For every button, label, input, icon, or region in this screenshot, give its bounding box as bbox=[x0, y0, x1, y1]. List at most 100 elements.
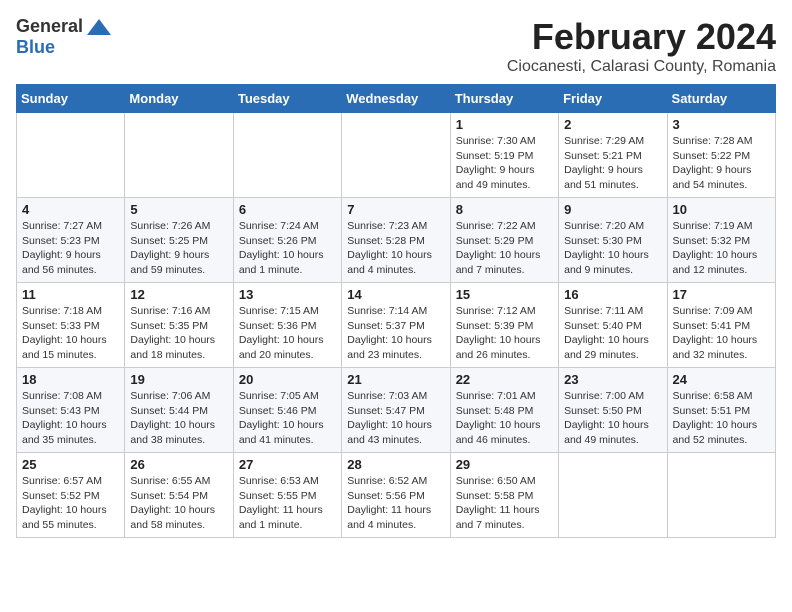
calendar-cell: 21Sunrise: 7:03 AM Sunset: 5:47 PM Dayli… bbox=[342, 368, 450, 453]
calendar-cell: 10 Sunrise: 7:19 AM Sunset: 5:32 PM Dayli… bbox=[667, 198, 775, 283]
day-number: 14 bbox=[347, 287, 444, 302]
calendar-cell: 19 Sunrise: 7:06 AM Sunset: 5:44 PM Dayli… bbox=[125, 368, 233, 453]
calendar-cell: 24Sunrise: 6:58 AM Sunset: 5:51 PM Dayli… bbox=[667, 368, 775, 453]
calendar-cell bbox=[342, 113, 450, 198]
logo-blue-text: Blue bbox=[16, 37, 55, 58]
calendar-cell: 18 Sunrise: 7:08 AM Sunset: 5:43 PM Dayli… bbox=[17, 368, 125, 453]
calendar-cell: 29 Sunrise: 6:50 AM Sunset: 5:58 PM Dayli… bbox=[450, 453, 558, 538]
column-header-monday: Monday bbox=[125, 85, 233, 113]
calendar-cell: 27 Sunrise: 6:53 AM Sunset: 5:55 PM Dayli… bbox=[233, 453, 341, 538]
day-info: Sunrise: 7:05 AM Sunset: 5:46 PM Dayligh… bbox=[239, 389, 336, 448]
calendar-cell: 12 Sunrise: 7:16 AM Sunset: 5:35 PM Dayli… bbox=[125, 283, 233, 368]
calendar-cell: 22Sunrise: 7:01 AM Sunset: 5:48 PM Dayli… bbox=[450, 368, 558, 453]
calendar-cell: 14 Sunrise: 7:14 AM Sunset: 5:37 PM Dayli… bbox=[342, 283, 450, 368]
calendar-cell: 11 Sunrise: 7:18 AM Sunset: 5:33 PM Dayli… bbox=[17, 283, 125, 368]
calendar-cell: 25 Sunrise: 6:57 AM Sunset: 5:52 PM Dayli… bbox=[17, 453, 125, 538]
day-info: Sunrise: 7:22 AM Sunset: 5:29 PM Dayligh… bbox=[456, 219, 553, 278]
calendar-cell: 7 Sunrise: 7:23 AM Sunset: 5:28 PM Daylig… bbox=[342, 198, 450, 283]
day-info: Sunrise: 7:06 AM Sunset: 5:44 PM Dayligh… bbox=[130, 389, 227, 448]
calendar-week-row: 4 Sunrise: 7:27 AM Sunset: 5:23 PM Daylig… bbox=[17, 198, 776, 283]
column-header-thursday: Thursday bbox=[450, 85, 558, 113]
calendar-week-row: 18 Sunrise: 7:08 AM Sunset: 5:43 PM Dayli… bbox=[17, 368, 776, 453]
day-number: 21 bbox=[347, 372, 444, 387]
title-area: February 2024 Ciocanesti, Calarasi Count… bbox=[507, 16, 776, 76]
day-info: Sunrise: 7:26 AM Sunset: 5:25 PM Dayligh… bbox=[130, 219, 227, 278]
day-number: 27 bbox=[239, 457, 336, 472]
logo: General Blue bbox=[16, 16, 113, 58]
day-number: 17 bbox=[673, 287, 770, 302]
calendar-cell: 13 Sunrise: 7:15 AM Sunset: 5:36 PM Dayli… bbox=[233, 283, 341, 368]
day-number: 13 bbox=[239, 287, 336, 302]
day-number: 1 bbox=[456, 117, 553, 132]
day-info: Sunrise: 7:08 AM Sunset: 5:43 PM Dayligh… bbox=[22, 389, 119, 448]
day-info: Sunrise: 7:30 AM Sunset: 5:19 PM Dayligh… bbox=[456, 134, 553, 193]
day-number: 6 bbox=[239, 202, 336, 217]
day-info: Sunrise: 7:09 AM Sunset: 5:41 PM Dayligh… bbox=[673, 304, 770, 363]
calendar-cell: 1 Sunrise: 7:30 AM Sunset: 5:19 PM Daylig… bbox=[450, 113, 558, 198]
day-info: Sunrise: 6:55 AM Sunset: 5:54 PM Dayligh… bbox=[130, 474, 227, 533]
day-info: Sunrise: 7:14 AM Sunset: 5:37 PM Dayligh… bbox=[347, 304, 444, 363]
day-info: Sunrise: 7:29 AM Sunset: 5:21 PM Dayligh… bbox=[564, 134, 661, 193]
day-number: 28 bbox=[347, 457, 444, 472]
day-number: 10 bbox=[673, 202, 770, 217]
day-number: 25 bbox=[22, 457, 119, 472]
day-info: Sunrise: 7:19 AM Sunset: 5:32 PM Dayligh… bbox=[673, 219, 770, 278]
calendar-subtitle: Ciocanesti, Calarasi County, Romania bbox=[507, 58, 776, 76]
calendar-cell: 2 Sunrise: 7:29 AM Sunset: 5:21 PM Daylig… bbox=[559, 113, 667, 198]
day-number: 18 bbox=[22, 372, 119, 387]
calendar-cell bbox=[667, 453, 775, 538]
header: General Blue February 2024 Ciocanesti, C… bbox=[16, 16, 776, 76]
day-number: 12 bbox=[130, 287, 227, 302]
day-info: Sunrise: 7:11 AM Sunset: 5:40 PM Dayligh… bbox=[564, 304, 661, 363]
day-number: 2 bbox=[564, 117, 661, 132]
day-info: Sunrise: 7:28 AM Sunset: 5:22 PM Dayligh… bbox=[673, 134, 770, 193]
calendar-cell: 20 Sunrise: 7:05 AM Sunset: 5:46 PM Dayli… bbox=[233, 368, 341, 453]
day-number: 20 bbox=[239, 372, 336, 387]
calendar-cell bbox=[559, 453, 667, 538]
day-info: Sunrise: 6:50 AM Sunset: 5:58 PM Dayligh… bbox=[456, 474, 553, 533]
day-info: Sunrise: 7:12 AM Sunset: 5:39 PM Dayligh… bbox=[456, 304, 553, 363]
day-info: Sunrise: 7:23 AM Sunset: 5:28 PM Dayligh… bbox=[347, 219, 444, 278]
day-info: Sunrise: 6:52 AM Sunset: 5:56 PM Dayligh… bbox=[347, 474, 444, 533]
logo-icon bbox=[85, 17, 113, 37]
day-info: Sunrise: 7:20 AM Sunset: 5:30 PM Dayligh… bbox=[564, 219, 661, 278]
calendar-week-row: 25 Sunrise: 6:57 AM Sunset: 5:52 PM Dayli… bbox=[17, 453, 776, 538]
day-number: 3 bbox=[673, 117, 770, 132]
day-number: 16 bbox=[564, 287, 661, 302]
day-info: Sunrise: 7:16 AM Sunset: 5:35 PM Dayligh… bbox=[130, 304, 227, 363]
calendar-cell: 16 Sunrise: 7:11 AM Sunset: 5:40 PM Dayli… bbox=[559, 283, 667, 368]
day-number: 22 bbox=[456, 372, 553, 387]
day-info: Sunrise: 6:57 AM Sunset: 5:52 PM Dayligh… bbox=[22, 474, 119, 533]
calendar-cell: 8Sunrise: 7:22 AM Sunset: 5:29 PM Daylig… bbox=[450, 198, 558, 283]
calendar-cell: 4 Sunrise: 7:27 AM Sunset: 5:23 PM Daylig… bbox=[17, 198, 125, 283]
column-header-sunday: Sunday bbox=[17, 85, 125, 113]
calendar-table: SundayMondayTuesdayWednesdayThursdayFrid… bbox=[16, 84, 776, 538]
day-number: 11 bbox=[22, 287, 119, 302]
day-number: 29 bbox=[456, 457, 553, 472]
day-number: 4 bbox=[22, 202, 119, 217]
column-header-tuesday: Tuesday bbox=[233, 85, 341, 113]
day-info: Sunrise: 7:15 AM Sunset: 5:36 PM Dayligh… bbox=[239, 304, 336, 363]
calendar-title: February 2024 bbox=[507, 16, 776, 58]
day-info: Sunrise: 7:24 AM Sunset: 5:26 PM Dayligh… bbox=[239, 219, 336, 278]
day-number: 26 bbox=[130, 457, 227, 472]
calendar-cell bbox=[233, 113, 341, 198]
calendar-week-row: 1 Sunrise: 7:30 AM Sunset: 5:19 PM Daylig… bbox=[17, 113, 776, 198]
calendar-week-row: 11 Sunrise: 7:18 AM Sunset: 5:33 PM Dayli… bbox=[17, 283, 776, 368]
calendar-cell: 17 Sunrise: 7:09 AM Sunset: 5:41 PM Dayli… bbox=[667, 283, 775, 368]
day-info: Sunrise: 7:18 AM Sunset: 5:33 PM Dayligh… bbox=[22, 304, 119, 363]
calendar-cell: 6 Sunrise: 7:24 AM Sunset: 5:26 PM Daylig… bbox=[233, 198, 341, 283]
calendar-cell: 5Sunrise: 7:26 AM Sunset: 5:25 PM Daylig… bbox=[125, 198, 233, 283]
calendar-cell bbox=[125, 113, 233, 198]
column-header-saturday: Saturday bbox=[667, 85, 775, 113]
calendar-cell: 28 Sunrise: 6:52 AM Sunset: 5:56 PM Dayli… bbox=[342, 453, 450, 538]
day-number: 15 bbox=[456, 287, 553, 302]
day-info: Sunrise: 6:53 AM Sunset: 5:55 PM Dayligh… bbox=[239, 474, 336, 533]
day-info: Sunrise: 7:00 AM Sunset: 5:50 PM Dayligh… bbox=[564, 389, 661, 448]
calendar-cell: 9Sunrise: 7:20 AM Sunset: 5:30 PM Daylig… bbox=[559, 198, 667, 283]
calendar-cell: 23Sunrise: 7:00 AM Sunset: 5:50 PM Dayli… bbox=[559, 368, 667, 453]
calendar-cell: 3 Sunrise: 7:28 AM Sunset: 5:22 PM Daylig… bbox=[667, 113, 775, 198]
day-number: 7 bbox=[347, 202, 444, 217]
day-info: Sunrise: 7:27 AM Sunset: 5:23 PM Dayligh… bbox=[22, 219, 119, 278]
day-number: 19 bbox=[130, 372, 227, 387]
